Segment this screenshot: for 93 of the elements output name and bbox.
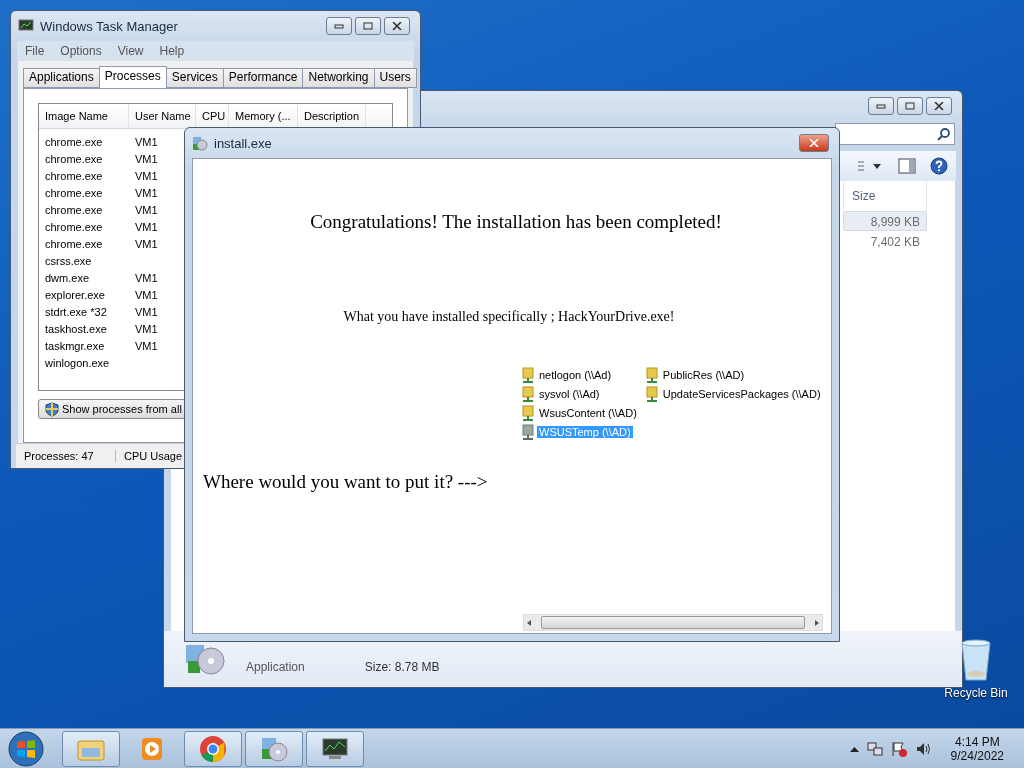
close-icon [809,139,819,147]
table-cell-text: chrome.exe [44,237,104,250]
search-field[interactable] [835,123,955,145]
view-options-icon[interactable] [858,160,884,172]
help-icon[interactable] [930,157,948,175]
table-cell-text: VM1 [134,271,159,284]
menu-item[interactable]: View [109,44,152,58]
minimize-button[interactable] [326,17,352,35]
table-cell-text: VM1 [134,169,159,182]
menu-item[interactable]: File [17,44,53,58]
table-cell-text: VM1 [134,339,159,352]
network-icon[interactable] [866,740,883,757]
share-item[interactable]: PublicRes (\\AD) [660,368,747,381]
network-folder-icon [521,423,535,440]
table-cell-text: winlogon.exe [44,356,111,369]
minimize-icon [334,23,344,29]
column-header[interactable]: Image Name [39,104,129,128]
table-cell-text: chrome.exe [44,220,104,233]
file-size-text: Size: 8.78 MB [364,660,440,674]
network-folder-icon [521,404,535,421]
table-cell-text: chrome.exe [44,135,104,148]
preview-pane-icon[interactable] [898,158,916,174]
heading-text: Congratulations! The installation has been completed! [309,211,723,233]
shield-icon [45,401,59,417]
file-type-text: Application [246,660,305,674]
table-cell-text: csrss.exe [44,254,93,267]
table-cell-text: chrome.exe [44,169,104,182]
menu-item[interactable]: Options [52,44,110,58]
tab[interactable]: Processes [98,66,167,88]
close-icon [392,22,402,30]
tab[interactable]: Performance [222,68,304,88]
maximize-icon [905,102,915,110]
table-cell-text: VM1 [134,305,159,318]
table-cell-text: chrome.exe [44,186,104,199]
window-title: Windows Task Manager [40,18,179,34]
share-item[interactable]: WsusContent (\\AD) [537,406,639,419]
table-cell-text: VM1 [134,322,159,335]
minimize-button[interactable] [868,97,894,115]
maximize-button[interactable] [897,97,923,115]
close-button[interactable] [926,97,952,115]
table-cell-text: taskhost.exe [44,322,108,335]
table-cell-text: chrome.exe [44,203,104,216]
table-cell-text: VM1 [134,288,159,301]
play-icon [139,735,165,762]
installer-disc-icon [192,135,208,151]
table-cell-text: chrome.exe [44,152,104,165]
share-item[interactable]: sysvol (\\Ad) [537,387,602,400]
window-title: install.exe [214,135,273,151]
maximize-icon [363,22,373,30]
recycle-bin-icon [959,638,993,682]
tab[interactable]: Networking [302,68,375,88]
table-cell-text: explorer.exe [44,288,106,301]
monitor-chart-icon [321,736,349,761]
tab[interactable]: Applications [23,68,100,88]
close-button[interactable] [384,17,410,35]
monitor-chart-icon [18,19,34,33]
network-folder-icon [644,385,659,402]
show-hidden-icons-icon[interactable] [849,745,859,752]
network-folder-icon [521,366,535,383]
share-item[interactable]: netlogon (\\Ad) [537,368,614,381]
table-cell-text: taskmgr.exe [44,339,106,352]
horizontal-scrollbar[interactable] [523,614,823,631]
network-folder-icon [521,385,535,402]
clock[interactable]: 4:14 PM 9/24/2022 [950,734,1004,763]
tab[interactable]: Users [373,68,417,88]
taskbar-app-button[interactable] [306,730,364,767]
network-folder-icon [644,366,659,383]
file-size-cell[interactable]: 8,999 KB [843,211,927,231]
table-cell-text: dwm.exe [44,271,91,284]
start-button-icon[interactable] [6,729,46,768]
table-cell-text: VM1 [134,220,159,233]
prompt-text: Where would you want to put it? ---> [203,471,489,493]
flag-warning-icon[interactable] [890,740,907,757]
subtitle-text: What you have installed specifically ; HackYourDrive.exe! [342,309,676,325]
close-button[interactable] [799,134,829,152]
status-text: Processes: 47 [16,450,116,462]
table-cell-text: stdrt.exe *32 [44,305,108,318]
table-cell-text: VM1 [134,135,159,148]
minimize-icon [876,103,886,109]
desktop-icon-label[interactable]: Recycle Bin [944,686,1008,700]
close-icon [934,102,944,110]
table-cell-text: VM1 [134,186,159,199]
scroll-thumb[interactable] [541,616,805,629]
share-item[interactable]: UpdateServicesPackages (\\AD) [660,387,823,400]
browser-logo-icon [199,734,227,763]
search-icon [937,127,950,141]
table-cell-text: VM1 [134,152,159,165]
tab[interactable]: Services [165,68,224,88]
maximize-button[interactable] [355,17,381,35]
menu-item[interactable]: Help [151,44,193,58]
table-cell-text: VM1 [134,203,159,216]
file-size-cell[interactable]: 7,402 KB [843,231,927,251]
table-cell-text: VM1 [134,237,159,250]
